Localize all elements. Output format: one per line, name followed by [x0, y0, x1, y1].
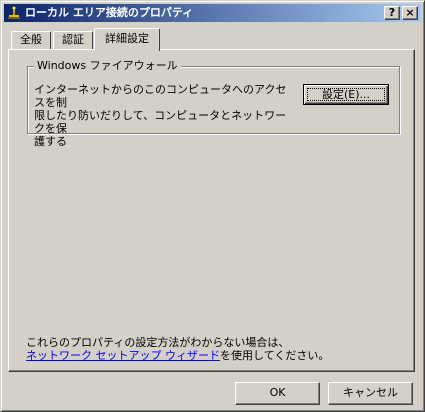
advanced-tab-panel: Windows ファイアウォール インターネットからのこのコンピュータへのアクセ… — [8, 49, 415, 372]
help-note: これらのプロパティの設定方法がわからない場合は、 ネットワーク セットアップ ウ… — [26, 336, 329, 362]
group-label: Windows ファイアウォール — [34, 59, 181, 73]
help-text-line2: ネットワーク セットアップ ウィザードを使用してください。 — [26, 349, 329, 362]
firewall-description: インターネットからのこのコンピュータへのアクセスを制 限したり防いだりして、コン… — [34, 83, 294, 148]
help-text: これらのプロパティの設定方法がわからない場合は、 — [26, 336, 290, 349]
help-button[interactable]: ? — [384, 6, 400, 20]
windows-firewall-group: Windows ファイアウォール インターネットからのこのコンピュータへのアクセ… — [27, 59, 400, 148]
tab-advanced[interactable]: 詳細設定 — [94, 28, 160, 51]
properties-dialog: ローカル エリア接続のプロパティ ? × 全般 認証 詳細設定 Windows … — [0, 0, 425, 412]
network-connection-icon — [8, 6, 20, 19]
settings-button-label: 設定(E)... — [321, 88, 371, 101]
window-title: ローカル エリア接続のプロパティ — [25, 6, 194, 19]
tab-authentication[interactable]: 認証 — [53, 31, 93, 50]
tab-general[interactable]: 全般 — [11, 31, 51, 50]
ok-button[interactable]: OK — [235, 382, 320, 405]
help-text-suffix: を使用してください。 — [220, 349, 330, 362]
firewall-description-line: 護する — [34, 135, 67, 148]
firewall-description-line: インターネットからのこのコンピュータへのアクセスを制 — [34, 83, 287, 109]
title-bar[interactable]: ローカル エリア接続のプロパティ ? × — [4, 4, 421, 22]
firewall-description-line: 限したり防いだりして、コンピュータとネットワークを保 — [34, 109, 287, 135]
settings-button[interactable]: 設定(E)... — [303, 84, 389, 105]
close-button[interactable]: × — [402, 6, 418, 20]
network-setup-wizard-link[interactable]: ネットワーク セットアップ ウィザード — [26, 349, 220, 362]
cancel-button[interactable]: キャンセル — [328, 382, 413, 405]
